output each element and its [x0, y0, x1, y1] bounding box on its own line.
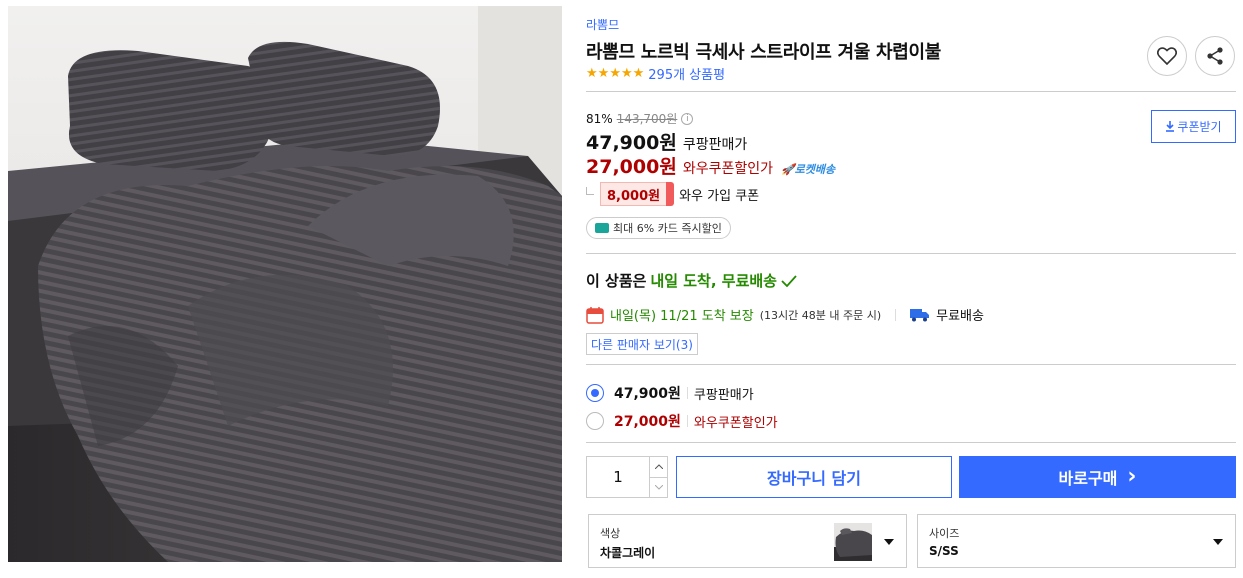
- chevron-up-icon: [654, 464, 663, 470]
- coupon-button-label: 쿠폰받기: [1177, 120, 1222, 134]
- radio-button-selected[interactable]: [586, 384, 604, 402]
- credit-card-icon: [595, 223, 609, 233]
- wow-price: 27,000원: [586, 156, 677, 178]
- wow-price-row: 27,000원 와우쿠폰할인가 🚀로켓배송: [586, 152, 835, 179]
- size-select-label: 사이즈: [929, 527, 960, 540]
- delivery-headline: 이 상품은 내일 도착, 무료배송: [586, 270, 797, 291]
- color-swatch-thumbnail: [834, 523, 872, 561]
- rating-stars: ★ ★ ★ ★ ★: [586, 65, 645, 81]
- arrival-guarantee: 내일(목) 11/21 도착 보장: [610, 309, 754, 324]
- delivery-headline-prefix: 이 상품은: [586, 272, 647, 290]
- original-price: 143,700원: [616, 112, 678, 126]
- check-icon: [781, 274, 797, 287]
- calendar-icon: [586, 306, 604, 324]
- separator: [895, 308, 897, 321]
- sale-price: 47,900원: [586, 132, 677, 154]
- chevron-right-icon: ›: [1127, 464, 1137, 489]
- other-sellers-button[interactable]: 다른 판매자 보기(3): [586, 333, 698, 355]
- discount-row: 81% 143,700원 i: [586, 110, 694, 127]
- price-option-sale[interactable]: 47,900원 쿠팡판매가: [586, 383, 754, 403]
- option-label: 와우쿠폰할인가: [693, 415, 778, 431]
- option-label: 쿠팡판매가: [693, 387, 754, 403]
- option-price: 27,000원: [614, 414, 681, 430]
- star-icon: ★: [620, 65, 633, 81]
- chevron-down-icon: [654, 484, 663, 490]
- brand-link[interactable]: 라뽐므: [586, 16, 619, 33]
- swatch-image: [834, 523, 872, 561]
- divider: [586, 91, 1236, 92]
- star-icon: ★: [609, 65, 621, 81]
- quantity-steps: [649, 457, 667, 497]
- tree-connector: [586, 187, 594, 195]
- separator: [686, 415, 688, 427]
- info-icon[interactable]: i: [681, 112, 694, 125]
- wow-price-label: 와우쿠폰할인가: [682, 161, 773, 177]
- dropdown-arrow-icon: [1213, 539, 1223, 545]
- product-title: 라뽐므 노르빅 극세사 스트라이프 겨울 차렵이불: [586, 42, 942, 63]
- price-option-wow[interactable]: 27,000원 와우쿠폰할인가: [586, 411, 778, 431]
- truck-icon: [910, 308, 930, 321]
- wow-coupon-row: 8,000원 와우 가입 쿠폰: [586, 182, 759, 206]
- dropdown-arrow-icon: [884, 539, 894, 545]
- free-shipping-text: 무료배송: [936, 309, 984, 324]
- arrival-note: (13시간 48분 내 주문 시): [759, 308, 882, 322]
- buy-now-label: 바로구매: [1058, 469, 1118, 488]
- wishlist-button[interactable]: [1147, 36, 1187, 76]
- rocket-delivery-badge: 🚀로켓배송: [780, 163, 836, 176]
- sale-price-label: 쿠팡판매가: [682, 137, 748, 153]
- discount-rate: 81%: [586, 111, 613, 126]
- product-image: [8, 6, 562, 562]
- divider: [586, 253, 1236, 254]
- rating-row: ★ ★ ★ ★ ★ 295개 상품평: [586, 64, 725, 83]
- quantity-input[interactable]: [587, 457, 649, 497]
- radio-button[interactable]: [586, 412, 604, 430]
- color-select[interactable]: 색상 차콜그레이: [588, 514, 907, 568]
- delivery-headline-highlight: 내일 도착, 무료배송: [650, 272, 777, 290]
- quantity-stepper: [586, 456, 668, 498]
- quantity-decrease-button[interactable]: [650, 478, 667, 498]
- bedding-photo: [8, 6, 562, 562]
- add-to-cart-button[interactable]: 장바구니 담기: [676, 456, 952, 498]
- separator: [686, 387, 688, 399]
- buy-now-button[interactable]: 바로구매 ›: [959, 456, 1236, 498]
- share-icon: [1207, 47, 1223, 65]
- wow-coupon-desc: 와우 가입 쿠폰: [679, 188, 760, 204]
- arrival-row: 내일(목) 11/21 도착 보장 (13시간 48분 내 주문 시) 무료배송: [586, 305, 984, 324]
- wow-coupon-tag: 8,000원: [600, 182, 675, 206]
- review-count-link[interactable]: 295개 상품평: [648, 64, 725, 83]
- star-icon: ★: [586, 65, 598, 81]
- star-icon: ★: [597, 65, 610, 81]
- divider: [586, 442, 1236, 443]
- sale-price-row: 47,900원 쿠팡판매가: [586, 128, 747, 155]
- star-icon: ★: [632, 65, 645, 81]
- quantity-increase-button[interactable]: [650, 457, 667, 478]
- size-select-value: S/SS: [929, 544, 959, 558]
- coupon-download-button[interactable]: 쿠폰받기: [1151, 110, 1236, 143]
- heart-icon: [1157, 47, 1177, 65]
- card-discount-pill[interactable]: 최대 6% 카드 즉시할인: [586, 217, 731, 239]
- card-discount-text: 최대 6% 카드 즉시할인: [613, 222, 722, 235]
- share-button[interactable]: [1195, 36, 1235, 76]
- download-icon: [1166, 121, 1175, 132]
- size-select[interactable]: 사이즈 S/SS: [917, 514, 1236, 568]
- option-price: 47,900원: [614, 386, 681, 402]
- divider: [586, 364, 1236, 365]
- product-info-panel: 라뽐므 라뽐므 노르빅 극세사 스트라이프 겨울 차렵이불 ★ ★ ★ ★ ★ …: [586, 0, 1236, 578]
